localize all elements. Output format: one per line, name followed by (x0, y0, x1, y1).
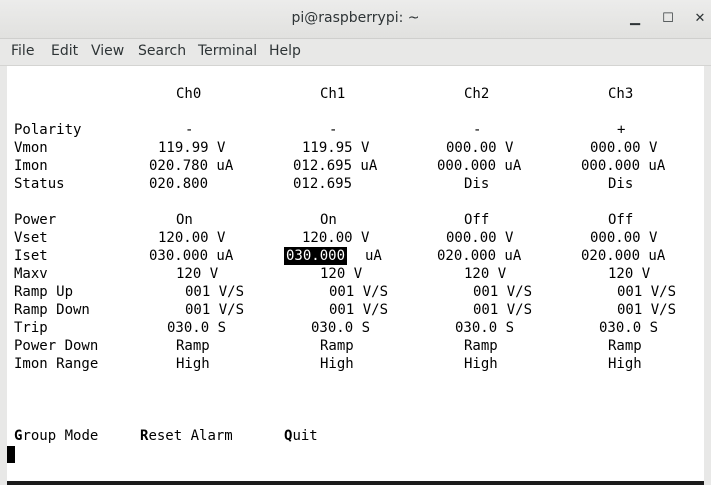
menu-search[interactable]: Search (138, 43, 186, 59)
rampdown-ch1: 001 V/S (329, 302, 389, 318)
imon-ch2: 000.000 uA (437, 158, 522, 174)
terminal-screen[interactable]: Ch0 Ch1 Ch2 Ch3 Polarity - - - + Vmon 11… (7, 66, 704, 481)
powerdown-ch3: Ramp (608, 338, 642, 354)
title-bar[interactable]: pi@raspberrypi: ~ ▁ ☐ ✕ (0, 0, 711, 39)
power-ch0: On (176, 212, 193, 228)
polarity-ch1: - (329, 122, 338, 138)
row-label: Power (14, 212, 57, 228)
power-ch3: Off (608, 212, 634, 228)
vset-ch2: 000.00 V (446, 230, 514, 246)
background-window-edge (7, 481, 704, 485)
menu-bar: File Edit View Search Terminal Help (0, 39, 711, 66)
text-cursor (7, 446, 15, 463)
row-label: Vmon (14, 140, 48, 156)
channel-header-2: Ch2 (464, 86, 490, 102)
vset-ch1: 120.00 V (302, 230, 370, 246)
imon-ch1: 012.695 uA (293, 158, 378, 174)
polarity-ch0: - (185, 122, 194, 138)
vset-ch3: 000.00 V (590, 230, 658, 246)
group-mode-command[interactable]: Group Mode (14, 427, 98, 445)
trip-ch0: 030.0 S (167, 320, 227, 336)
imonrange-ch2: High (464, 356, 498, 372)
maxv-ch3: 120 V (608, 266, 651, 282)
rampup-ch3: 001 V/S (617, 284, 677, 300)
imonrange-ch1: High (320, 356, 354, 372)
row-label: Iset (14, 248, 48, 264)
channel-header-3: Ch3 (608, 86, 634, 102)
minimize-icon[interactable]: ▁ (625, 9, 645, 29)
terminal-window: pi@raspberrypi: ~ ▁ ☐ ✕ File Edit View S… (0, 0, 711, 485)
menu-terminal[interactable]: Terminal (198, 43, 257, 59)
rampdown-ch3: 001 V/S (617, 302, 677, 318)
trip-ch2: 030.0 S (455, 320, 515, 336)
imonrange-ch3: High (608, 356, 642, 372)
menu-file[interactable]: File (11, 43, 34, 59)
reset-alarm-command[interactable]: Reset Alarm (140, 427, 233, 445)
vmon-ch2: 000.00 V (446, 140, 514, 156)
command-label: eset Alarm (148, 428, 233, 444)
power-ch1: On (320, 212, 337, 228)
rampup-ch0: 001 V/S (185, 284, 245, 300)
rampup-ch1: 001 V/S (329, 284, 389, 300)
powerdown-ch0: Ramp (176, 338, 210, 354)
imon-ch0: 020.780 uA (149, 158, 234, 174)
powerdown-ch1: Ramp (320, 338, 354, 354)
menu-view[interactable]: View (91, 43, 124, 59)
rampdown-ch0: 001 V/S (185, 302, 245, 318)
row-label: Polarity (14, 122, 82, 138)
row-label: Power Down (14, 338, 99, 354)
menu-help[interactable]: Help (269, 43, 301, 59)
row-label: Ramp Down (14, 302, 90, 318)
row-label: Trip (14, 320, 48, 336)
status-ch0: 020.800 (149, 176, 209, 192)
rampup-ch2: 001 V/S (473, 284, 533, 300)
powerdown-ch2: Ramp (464, 338, 498, 354)
quit-command[interactable]: Quit (284, 427, 318, 445)
iset-ch0: 030.000 uA (149, 248, 234, 264)
iset-ch1-selected-field[interactable]: 030.000 (284, 247, 348, 265)
vmon-ch3: 000.00 V (590, 140, 658, 156)
imonrange-ch0: High (176, 356, 210, 372)
vmon-ch0: 119.99 V (158, 140, 226, 156)
trip-ch3: 030.0 S (599, 320, 659, 336)
power-ch2: Off (464, 212, 490, 228)
vmon-ch1: 119.95 V (302, 140, 370, 156)
close-icon[interactable]: ✕ (690, 9, 710, 29)
rampdown-ch2: 001 V/S (473, 302, 533, 318)
row-label: Maxv (14, 266, 48, 282)
channel-header-1: Ch1 (320, 86, 346, 102)
maxv-ch2: 120 V (464, 266, 507, 282)
polarity-ch2: - (473, 122, 482, 138)
iset-ch3: 020.000 uA (581, 248, 666, 264)
row-label: Imon Range (14, 356, 99, 372)
menu-edit[interactable]: Edit (51, 43, 78, 59)
maximize-icon[interactable]: ☐ (658, 9, 678, 29)
polarity-ch3: + (617, 122, 626, 138)
iset-ch1-unit: uA (365, 248, 382, 264)
status-ch1: 012.695 (293, 176, 353, 192)
trip-ch1: 030.0 S (311, 320, 371, 336)
maxv-ch0: 120 V (176, 266, 219, 282)
row-label: Vset (14, 230, 48, 246)
imon-ch3: 000.000 uA (581, 158, 666, 174)
iset-ch2: 020.000 uA (437, 248, 522, 264)
status-ch3: Dis (608, 176, 634, 192)
row-label: Ramp Up (14, 284, 74, 300)
vset-ch0: 120.00 V (158, 230, 226, 246)
maxv-ch1: 120 V (320, 266, 363, 282)
channel-header-0: Ch0 (176, 86, 202, 102)
row-label: Imon (14, 158, 48, 174)
status-ch2: Dis (464, 176, 490, 192)
command-label: uit (292, 428, 318, 444)
window-title: pi@raspberrypi: ~ (291, 10, 420, 26)
row-label: Status (14, 176, 65, 192)
command-label: roup Mode (22, 428, 99, 444)
